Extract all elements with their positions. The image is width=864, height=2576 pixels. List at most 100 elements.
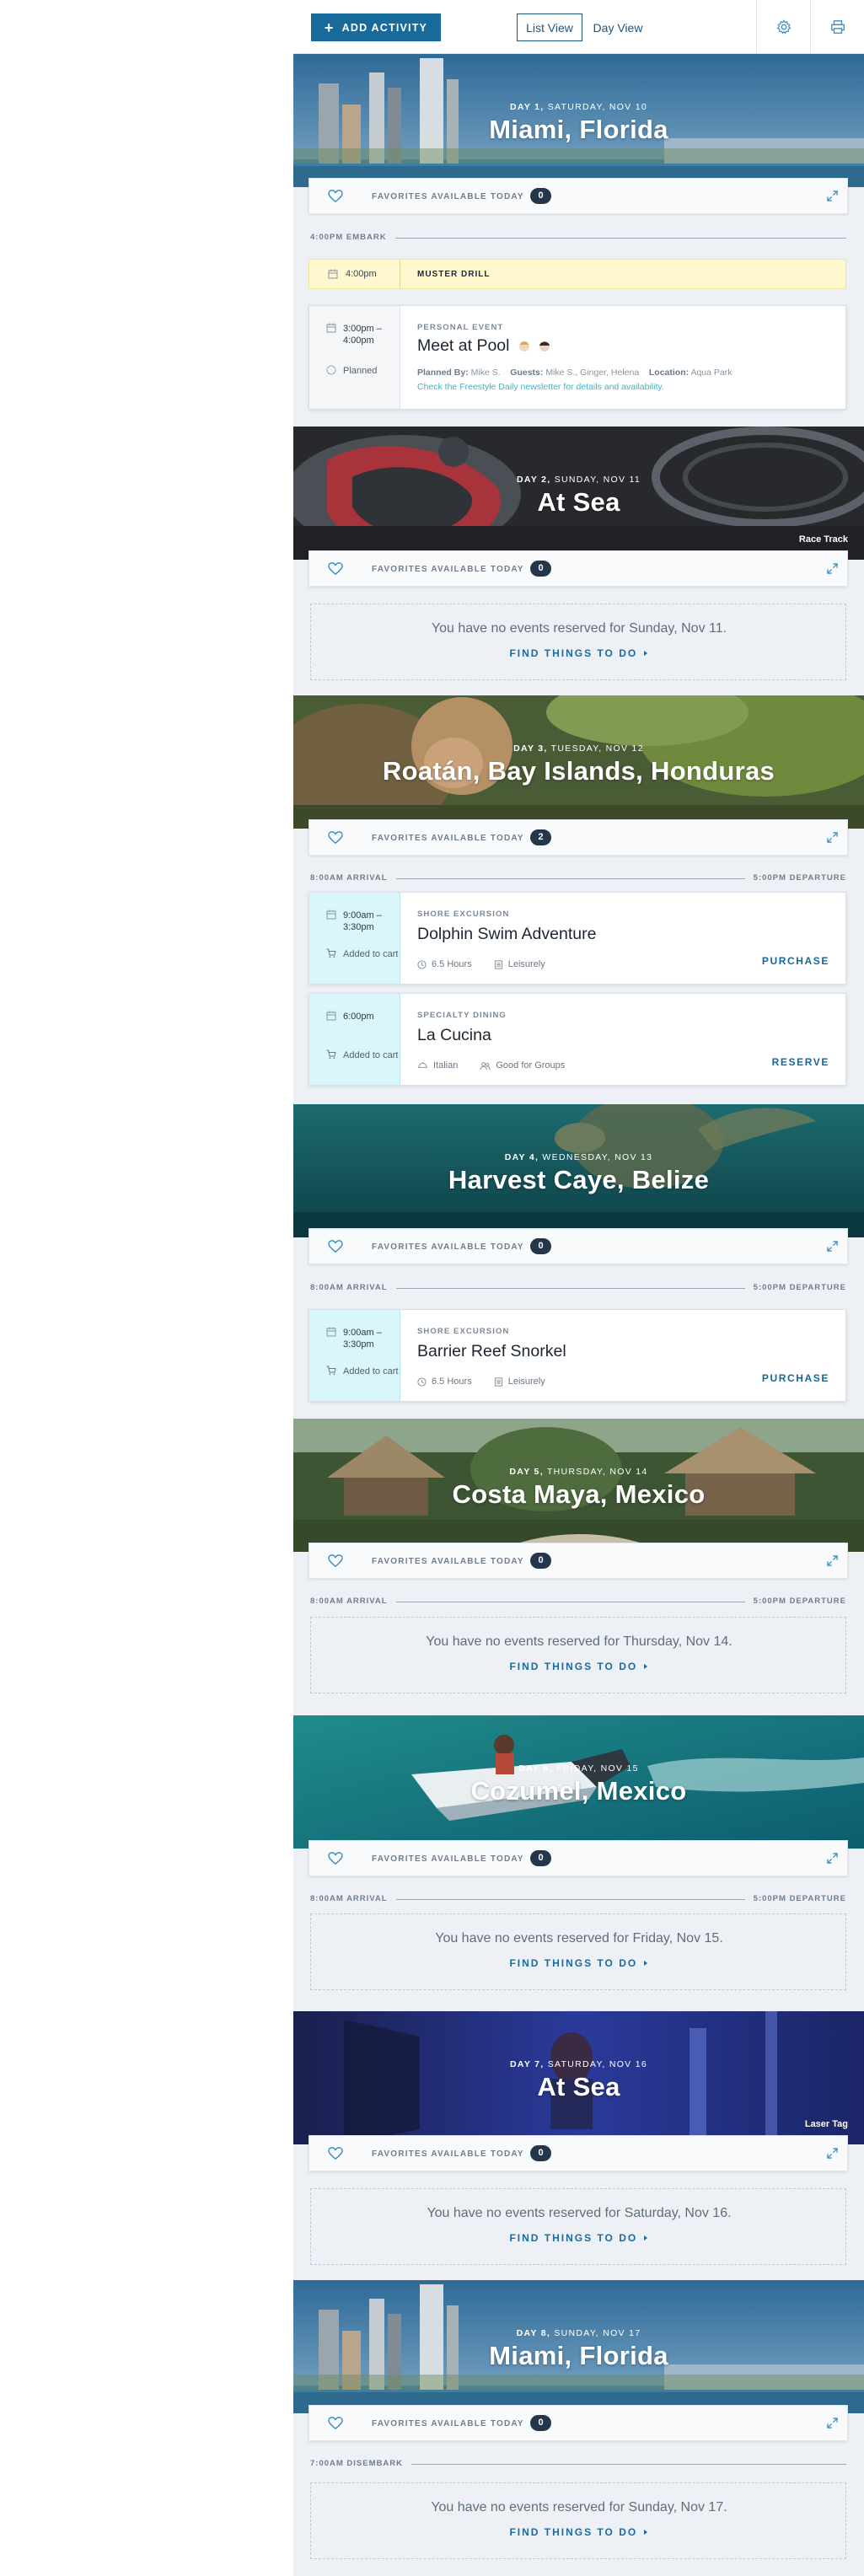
clock-icon [417,960,427,969]
day-4-banner: DAY 4, WEDNESDAY, NOV 13 Harvest Caye, B… [293,1104,864,1237]
empty-state-day-7: You have no events reserved for Saturday… [310,2188,846,2265]
heart-icon [328,1852,343,1865]
timeline-day-4: 8:00AM ARRIVAL 5:00PM DEPARTURE [310,1283,846,1295]
arrow-right-icon [642,1663,649,1670]
activity-level-icon [494,1377,503,1387]
purchase-link[interactable]: PURCHASE [762,1372,829,1384]
print-button[interactable] [810,0,864,54]
event-meta: Italian Good for Groups [417,1060,565,1071]
expand-icon[interactable] [827,1241,838,1252]
event-card-meet-at-pool[interactable]: 3:00pm – 4:00pm Planned PERSONAL EVENT M… [309,305,846,410]
calendar-icon [328,269,338,279]
expand-icon[interactable] [827,2418,838,2428]
event-meta: 6.5 Hours Leisurely [417,1377,545,1387]
event-card-barrier-reef-snorkel[interactable]: 9:00am – 3:30pm Added to cart SHORE EXCU… [309,1309,846,1402]
event-time-column: 9:00am – 3:30pm Added to cart [309,1310,400,1401]
guest-avatars-icon [518,341,550,352]
expand-icon[interactable] [827,1853,838,1864]
arrow-right-icon [642,650,649,657]
event-category: SHORE EXCURSION [417,910,510,919]
expand-icon[interactable] [827,832,838,843]
find-things-link[interactable]: FIND THINGS TO DO [311,647,847,659]
day-view-button[interactable]: Day View [588,13,647,41]
cart-icon [326,1049,336,1060]
expand-icon[interactable] [827,563,838,574]
event-card-dolphin-swim[interactable]: 9:00am – 3:30pm Added to cart SHORE EXCU… [309,892,846,985]
event-card-la-cucina[interactable]: 6:00pm Added to cart SPECIALTY DINING La… [309,993,846,1086]
arrival-label: 8:00AM ARRIVAL [310,873,396,883]
favorites-label: FAVORITES AVAILABLE TODAY [372,2419,524,2428]
heart-icon [328,562,343,576]
group-suitability: Good for Groups [496,1060,566,1071]
arrow-right-icon [642,2235,649,2241]
gear-icon [776,19,791,35]
arrival-label: 8:00AM ARRIVAL [310,1894,396,1903]
favorites-label: FAVORITES AVAILABLE TODAY [372,834,524,843]
favorites-bar-day-2[interactable]: FAVORITES AVAILABLE TODAY 0 [309,550,848,587]
day-1-title: Miami, Florida [489,115,668,144]
timeline-day-5: 8:00AM ARRIVAL 5:00PM DEPARTURE [310,1597,846,1608]
favorites-count-badge: 0 [530,1553,551,1569]
reserve-link[interactable]: RESERVE [772,1056,829,1068]
cart-icon [326,1366,336,1376]
favorites-count-badge: 0 [530,1850,551,1866]
favorites-bar-day-3[interactable]: FAVORITES AVAILABLE TODAY 2 [309,819,848,856]
muster-drill-row[interactable]: 4:00pm MUSTER DRILL [309,259,846,289]
add-activity-button[interactable]: + ADD ACTIVITY [311,13,441,41]
event-name: Dolphin Swim Adventure [417,925,597,943]
event-time: 9:00am – 3:30pm [343,910,382,932]
favorites-bar-day-7[interactable]: FAVORITES AVAILABLE TODAY 0 [309,2135,848,2171]
expand-icon[interactable] [827,2148,838,2159]
list-view-button[interactable]: List View [517,13,582,41]
favorites-bar-day-4[interactable]: FAVORITES AVAILABLE TODAY 0 [309,1228,848,1264]
plus-icon: + [324,19,335,36]
arrow-right-icon [642,1960,649,1967]
empty-state-day-8: You have no events reserved for Sunday, … [310,2482,846,2559]
heart-icon [328,831,343,845]
add-activity-label: ADD ACTIVITY [341,21,428,34]
calendar-icon [326,323,336,333]
event-meta: 6.5 Hours Leisurely [417,959,545,969]
heart-icon [328,1240,343,1253]
day-8-title: Miami, Florida [489,2341,668,2370]
event-category: SHORE EXCURSION [417,1327,510,1336]
cuisine: Italian [433,1060,459,1071]
event-name: Meet at Pool [417,336,556,356]
favorites-bar-day-1[interactable]: FAVORITES AVAILABLE TODAY 0 [309,178,848,214]
duration: 6.5 Hours [432,1377,472,1387]
activity-level: Leisurely [507,959,545,969]
heart-icon [328,1554,343,1568]
event-time-column: 6:00pm Added to cart [309,994,400,1085]
purchase-link[interactable]: PURCHASE [762,955,829,967]
empty-message: You have no events reserved for Sunday, … [431,621,727,636]
calendar-icon [326,910,336,920]
favorites-label: FAVORITES AVAILABLE TODAY [372,2149,524,2159]
day-4-title: Harvest Caye, Belize [448,1165,710,1194]
day-2-title: At Sea [537,487,620,517]
find-things-link[interactable]: FIND THINGS TO DO [311,1957,847,1969]
settings-button[interactable] [756,0,810,54]
day-7-title: At Sea [537,2072,620,2101]
clock-icon [417,1377,427,1387]
favorites-bar-day-8[interactable]: FAVORITES AVAILABLE TODAY 0 [309,2405,848,2441]
group-icon [480,1061,491,1071]
heart-icon [328,190,343,203]
day-8-subtitle: DAY 8, SUNDAY, NOV 17 [516,2328,641,2338]
empty-state-day-6: You have no events reserved for Friday, … [310,1913,846,1990]
favorites-count-badge: 0 [530,2145,551,2161]
expand-icon[interactable] [827,1555,838,1566]
dish-icon [417,1061,428,1071]
favorites-count-badge: 2 [530,829,551,845]
find-things-link[interactable]: FIND THINGS TO DO [311,2526,847,2538]
find-things-link[interactable]: FIND THINGS TO DO [311,2232,847,2244]
activity-level-icon [494,960,503,969]
departure-label: 5:00PM DEPARTURE [744,1283,846,1292]
printer-icon [830,20,845,34]
expand-icon[interactable] [827,191,838,201]
day-4-subtitle: DAY 4, WEDNESDAY, NOV 13 [504,1152,653,1162]
find-things-link[interactable]: FIND THINGS TO DO [311,1661,847,1672]
favorites-bar-day-6[interactable]: FAVORITES AVAILABLE TODAY 0 [309,1840,848,1876]
favorites-bar-day-5[interactable]: FAVORITES AVAILABLE TODAY 0 [309,1543,848,1579]
day-3-subtitle: DAY 3, TUESDAY, NOV 12 [513,743,644,754]
favorites-count-badge: 0 [530,188,551,204]
